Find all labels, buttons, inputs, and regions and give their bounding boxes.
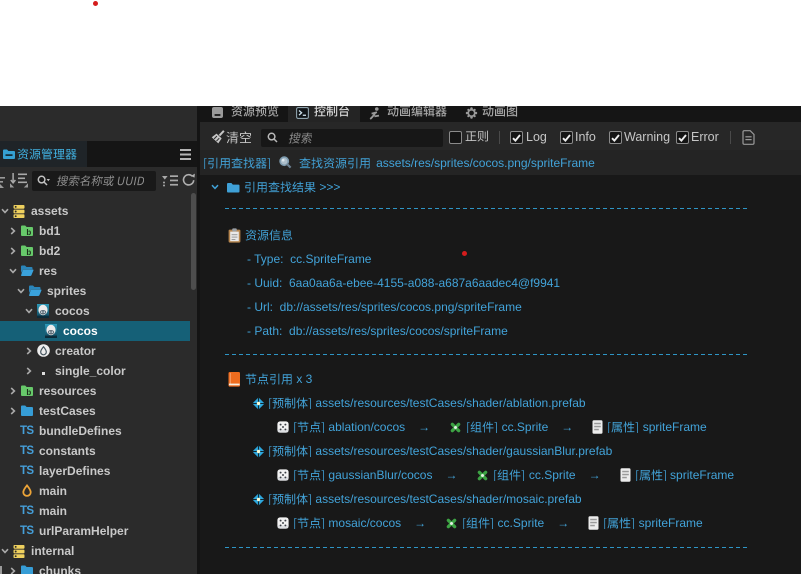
svg-text:b: b — [26, 228, 31, 236]
svg-text:b: b — [26, 248, 31, 256]
svg-text:b: b — [26, 388, 31, 396]
